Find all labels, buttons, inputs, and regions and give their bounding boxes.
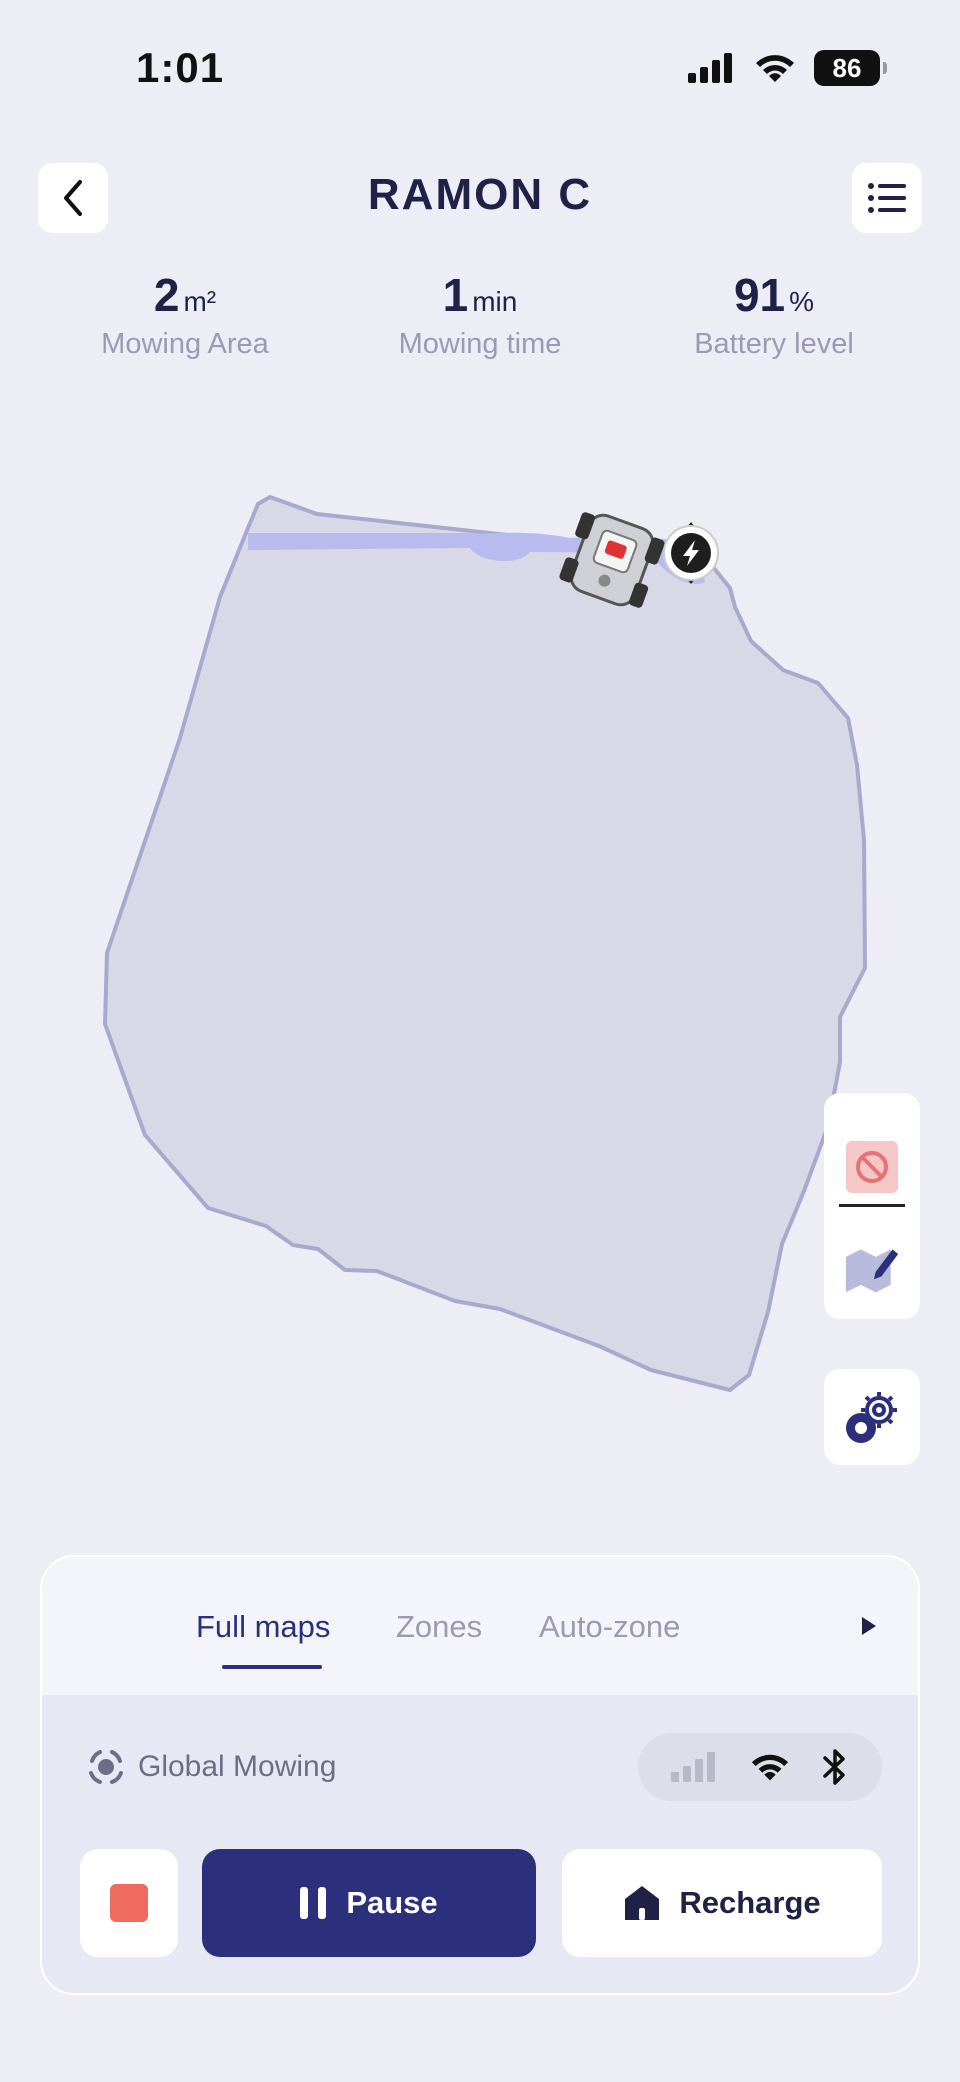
stop-button[interactable] <box>80 1849 178 1957</box>
pause-button[interactable]: Pause <box>202 1849 536 1957</box>
lawn-boundary <box>103 495 867 1392</box>
connectivity-status <box>638 1733 882 1801</box>
stat-value: 91 <box>733 269 786 321</box>
stat-label: Mowing time <box>398 328 562 360</box>
stat-unit: m² <box>183 286 217 317</box>
divider <box>839 1204 905 1207</box>
edit-map-button[interactable] <box>844 1241 900 1297</box>
active-tab-indicator <box>222 1665 322 1669</box>
battery-indicator: 86 <box>814 50 887 86</box>
mode-label: Global Mowing <box>138 1750 337 1783</box>
list-icon <box>868 183 906 213</box>
stat-mowing-time: 1 min Mowing time <box>330 268 630 361</box>
global-mowing-icon <box>89 1750 123 1784</box>
settings-gear-icon <box>846 1392 897 1443</box>
stat-mowing-area: 2 m² Mowing Area <box>35 268 335 361</box>
stat-battery-level: 91% Battery level <box>624 268 924 361</box>
lawn-map[interactable] <box>0 460 960 1420</box>
bluetooth-icon <box>822 1749 845 1785</box>
cellular-icon <box>671 1752 716 1782</box>
tab-full-maps[interactable]: Full maps <box>196 1609 330 1645</box>
tab-zones[interactable]: Zones <box>396 1609 482 1645</box>
status-icons: 86 <box>688 50 887 86</box>
mowing-settings-button[interactable] <box>824 1369 920 1465</box>
control-card: Full maps Zones Auto-zone Global Mowing <box>40 1555 920 1995</box>
menu-button[interactable] <box>852 163 922 233</box>
no-go-zone-button[interactable] <box>844 1139 900 1195</box>
tab-auto-zone[interactable]: Auto-zone <box>539 1609 680 1645</box>
page-title: RAMON C <box>367 170 593 219</box>
wifi-icon <box>751 1754 789 1781</box>
stat-label: Mowing Area <box>101 328 269 360</box>
stop-icon <box>110 1884 148 1922</box>
stat-unit: min <box>472 286 518 317</box>
stat-value: 2 <box>153 269 180 321</box>
stat-value: 1 <box>442 269 469 321</box>
house-icon <box>625 1886 660 1920</box>
wifi-status-icon <box>756 55 794 82</box>
recharge-label: Recharge <box>679 1885 821 1920</box>
map-tabs: Full maps Zones Auto-zone <box>42 1557 918 1695</box>
chevron-right-icon <box>862 1617 876 1635</box>
map-edit-icon <box>845 1249 899 1293</box>
pause-icon <box>300 1887 327 1919</box>
no-go-zone-icon <box>846 1141 898 1193</box>
stat-label: Battery level <box>694 328 854 360</box>
tabs-scroll-right-button[interactable] <box>860 1615 878 1642</box>
map-tools-panel <box>824 1093 920 1319</box>
status-time: 1:01 <box>136 44 225 91</box>
pause-label: Pause <box>346 1885 438 1920</box>
recharge-button[interactable]: Recharge <box>562 1849 882 1957</box>
cellular-signal-icon <box>688 53 732 83</box>
status-bar: 1:01 86 <box>0 0 960 140</box>
mowing-mode: Global Mowing <box>86 1747 336 1787</box>
stat-unit: % <box>789 286 815 317</box>
